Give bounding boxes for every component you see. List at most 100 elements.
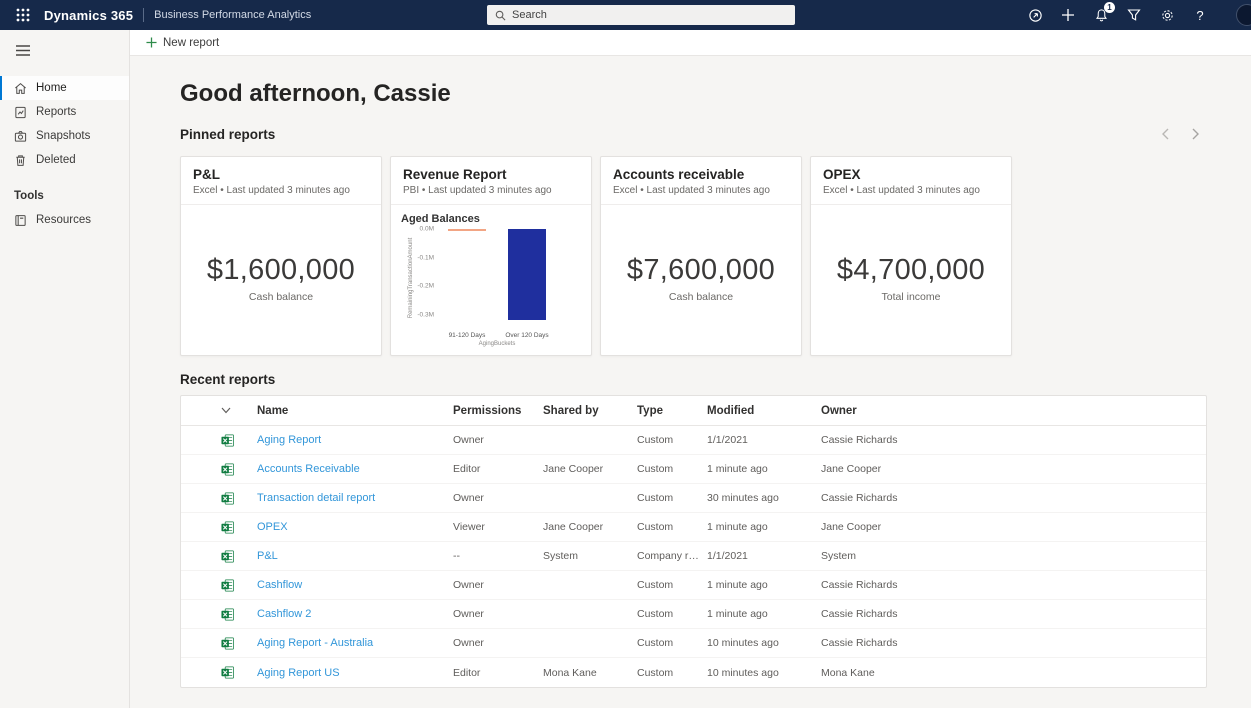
cell-modified: 10 minutes ago — [707, 637, 779, 649]
pinned-card-accounts-receivable[interactable]: Accounts receivable Excel • Last updated… — [600, 156, 802, 356]
cell-owner: Jane Cooper — [821, 463, 882, 475]
column-header-type[interactable]: Type — [637, 405, 707, 417]
report-name-link[interactable]: Aging Report US — [257, 667, 340, 679]
kpi-value: $4,700,000 — [836, 253, 986, 286]
sidebar-item-reports[interactable]: Reports — [0, 100, 129, 124]
report-name-link[interactable]: P&L — [257, 550, 278, 562]
cell-permissions: Owner — [453, 637, 484, 649]
app-launcher-icon[interactable] — [12, 4, 34, 26]
user-avatar[interactable] — [1236, 4, 1251, 26]
sidebar: Home Reports Snapshots Deleted Tools Res… — [0, 30, 130, 708]
cell-modified: 1 minute ago — [707, 608, 768, 620]
card-subtitle: Excel • Last updated 3 minutes ago — [613, 185, 770, 196]
report-name-link[interactable]: Accounts Receivable — [257, 463, 360, 475]
chevron-down-icon[interactable] — [221, 407, 231, 414]
cell-type: Custom — [637, 666, 674, 679]
compass-icon[interactable] — [1026, 6, 1044, 24]
table-row[interactable]: Accounts Receivable Editor Jane Cooper C… — [181, 455, 1206, 484]
report-name-link[interactable]: OPEX — [257, 521, 288, 533]
new-report-button[interactable]: New report — [146, 37, 219, 49]
kpi-label: Cash balance — [668, 290, 734, 303]
excel-file-icon — [221, 434, 234, 446]
card-title: Accounts receivable — [613, 167, 745, 182]
pinned-card-revenue-report[interactable]: Revenue Report PBI • Last updated 3 minu… — [390, 156, 592, 356]
table-row[interactable]: Aging Report US Editor Mona Kane Custom … — [181, 658, 1206, 687]
report-name-link[interactable]: Cashflow — [257, 579, 302, 591]
main-area: New report Good afternoon, Cassie Pinned… — [130, 30, 1251, 708]
search-input[interactable]: Search — [487, 5, 795, 25]
column-header-modified[interactable]: Modified — [707, 405, 821, 417]
carousel-prev-icon[interactable] — [1155, 124, 1175, 144]
app-name[interactable]: Business Performance Analytics — [154, 9, 311, 21]
pinned-card-pnl[interactable]: P&L Excel • Last updated 3 minutes ago $… — [180, 156, 382, 356]
cell-modified: 1/1/2021 — [707, 550, 748, 562]
cell-permissions: Editor — [453, 463, 481, 475]
sidebar-item-label: Home — [36, 82, 67, 94]
cell-modified: 1 minute ago — [707, 521, 768, 533]
cell-type: Custom — [637, 434, 674, 446]
kpi-value: $7,600,000 — [626, 253, 776, 286]
home-icon — [15, 82, 26, 94]
settings-gear-icon[interactable] — [1158, 6, 1176, 24]
pinned-reports-header: Pinned reports — [180, 124, 1205, 144]
camera-icon — [14, 130, 27, 142]
topbar-divider — [143, 8, 145, 22]
add-icon[interactable] — [1059, 6, 1077, 24]
chart-x-axis-title: AgingBuckets — [478, 341, 516, 348]
carousel-next-icon[interactable] — [1185, 124, 1205, 144]
excel-file-icon — [221, 637, 234, 649]
aged-balances-chart[interactable]: Aged Balances RemainingTransactionAmount… — [391, 205, 591, 351]
table-row[interactable]: Transaction detail report Owner Custom 3… — [181, 484, 1206, 513]
cell-shared-by: System — [543, 550, 579, 562]
cell-type: Custom — [637, 579, 674, 591]
pinned-card-opex[interactable]: OPEX Excel • Last updated 3 minutes ago … — [810, 156, 1012, 356]
sidebar-item-resources[interactable]: Resources — [0, 208, 129, 232]
report-name-link[interactable]: Transaction detail report — [257, 492, 375, 504]
topbar: Dynamics 365 Business Performance Analyt… — [0, 0, 1251, 30]
notifications-bell-icon[interactable]: 1 — [1092, 2, 1115, 24]
brand-title[interactable]: Dynamics 365 — [44, 8, 133, 23]
column-header-name[interactable]: Name — [257, 405, 453, 417]
page-title: Good afternoon, Cassie — [180, 80, 451, 107]
kpi-value: $1,600,000 — [206, 253, 356, 286]
sidebar-item-deleted[interactable]: Deleted — [0, 148, 129, 172]
table-row[interactable]: Cashflow 2 Owner Custom 1 minute ago Cas… — [181, 600, 1206, 629]
cell-shared-by: Mona Kane — [543, 666, 597, 679]
excel-file-icon — [221, 608, 234, 620]
help-icon[interactable]: ? — [1191, 6, 1209, 24]
sidebar-item-snapshots[interactable]: Snapshots — [0, 124, 129, 148]
card-title: OPEX — [823, 167, 861, 182]
table-row[interactable]: Aging Report - Australia Owner Custom 10… — [181, 629, 1206, 658]
sidebar-item-label: Deleted — [36, 154, 76, 166]
report-name-link[interactable]: Cashflow 2 — [257, 608, 311, 620]
x-tick-label: Over 120 Days — [505, 332, 549, 339]
excel-file-icon — [221, 521, 234, 533]
excel-file-icon — [221, 492, 234, 504]
cell-permissions: Owner — [453, 579, 484, 591]
nav-toggle-icon[interactable] — [10, 38, 36, 62]
excel-file-icon — [221, 579, 234, 591]
bar-91-120-days[interactable] — [448, 229, 486, 231]
bar-over-120-days[interactable] — [508, 229, 546, 321]
column-header-owner[interactable]: Owner — [821, 405, 1206, 417]
chart-title: Aged Balances — [401, 213, 480, 225]
cell-type: Company report — [637, 550, 707, 562]
recent-reports-table: Name Permissions Shared by Type Modified… — [180, 395, 1207, 688]
report-name-link[interactable]: Aging Report - Australia — [257, 637, 373, 649]
column-header-permissions[interactable]: Permissions — [453, 405, 543, 417]
cell-modified: 30 minutes ago — [707, 492, 779, 504]
cell-shared-by: Jane Cooper — [543, 463, 604, 475]
sidebar-item-home[interactable]: Home — [0, 76, 129, 100]
cell-modified: 10 minutes ago — [707, 666, 779, 679]
cell-type: Custom — [637, 492, 674, 504]
table-row[interactable]: Cashflow Owner Custom 1 minute ago Cassi… — [181, 571, 1206, 600]
report-name-link[interactable]: Aging Report — [257, 434, 321, 446]
table-row[interactable]: P&L -- System Company report 1/1/2021 Sy… — [181, 542, 1206, 571]
filter-icon[interactable] — [1125, 6, 1143, 24]
sidebar-nav: Home Reports Snapshots Deleted — [0, 76, 129, 172]
card-subtitle: Excel • Last updated 3 minutes ago — [823, 185, 980, 196]
table-row[interactable]: Aging Report Owner Custom 1/1/2021 Cassi… — [181, 426, 1206, 455]
notification-badge: 1 — [1104, 2, 1115, 13]
table-row[interactable]: OPEX Viewer Jane Cooper Custom 1 minute … — [181, 513, 1206, 542]
column-header-shared-by[interactable]: Shared by — [543, 405, 637, 417]
